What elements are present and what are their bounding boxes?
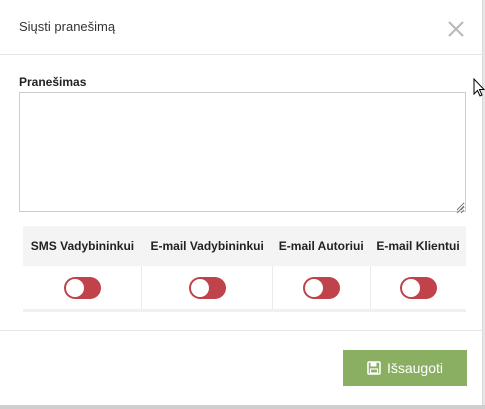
backdrop-edge-bottom — [0, 405, 485, 409]
header-email-manager: E-mail Vadybininkui — [141, 226, 273, 267]
save-button-label: Išsaugoti — [386, 360, 444, 376]
header-email-client: E-mail Klientui — [370, 226, 466, 267]
toggle-knob — [304, 278, 323, 297]
toggle-email-client[interactable] — [399, 276, 437, 299]
floppy-disk-icon — [367, 361, 381, 375]
send-message-dialog: Siųsti pranešimą Pranešimas SMS Vadybini… — [0, 0, 483, 405]
toggle-email-manager[interactable] — [188, 276, 226, 299]
toggle-email-author[interactable] — [302, 276, 340, 299]
toggle-header-row: SMS Vadybininkui E-mail Vadybininkui E-m… — [23, 226, 466, 267]
header-email-author: E-mail Autoriui — [272, 226, 371, 267]
dialog-title: Siųsti pranešimą — [19, 19, 116, 34]
toggle-cell-sms-manager — [23, 266, 142, 311]
toggle-sms-manager[interactable] — [63, 276, 101, 299]
message-label: Pranešimas — [19, 75, 87, 89]
toggle-cell-email-author — [271, 266, 371, 311]
toggle-knob — [190, 278, 209, 297]
resize-grip-icon[interactable] — [455, 201, 465, 214]
toggle-knob — [65, 278, 84, 297]
mouse-cursor-icon — [473, 77, 485, 98]
footer-divider — [0, 330, 483, 331]
dialog-header: Siųsti pranešimą — [0, 0, 483, 55]
toggle-row — [23, 266, 466, 311]
toggle-cell-email-client — [369, 266, 466, 311]
toggle-cell-email-manager — [141, 266, 273, 311]
toggle-knob — [401, 278, 420, 297]
header-sms-manager: SMS Vadybininkui — [23, 226, 142, 267]
save-button[interactable]: Išsaugoti — [343, 350, 467, 386]
notification-toggles-table: SMS Vadybininkui E-mail Vadybininkui E-m… — [23, 226, 466, 312]
close-icon[interactable] — [444, 17, 468, 41]
message-textarea[interactable] — [19, 92, 466, 212]
